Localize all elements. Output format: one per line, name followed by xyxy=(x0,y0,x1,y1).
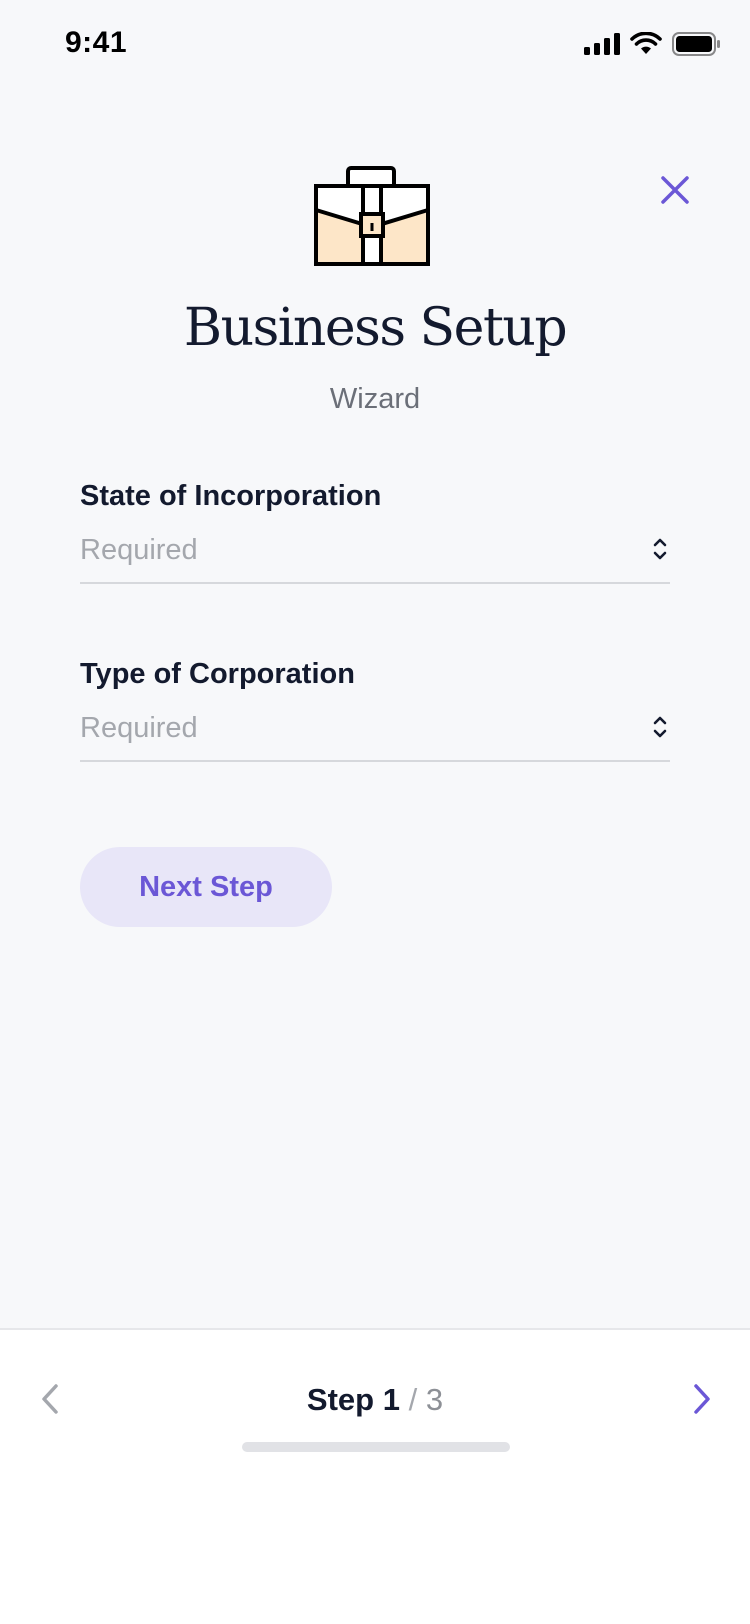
status-icons xyxy=(584,32,720,56)
step-word: Step xyxy=(306,1382,375,1417)
field-placeholder: Required xyxy=(80,712,198,744)
close-icon xyxy=(661,176,689,204)
step-total: 3 xyxy=(425,1382,444,1417)
type-of-corporation-field: Type of Corporation Required xyxy=(80,654,670,762)
state-of-incorporation-field: State of Incorporation Required xyxy=(80,476,670,584)
next-step-arrow-button[interactable] xyxy=(688,1382,716,1416)
home-indicator xyxy=(242,1442,510,1452)
field-label: Type of Corporation xyxy=(80,658,355,690)
business-setup-screen: 9:41 Business Setup Wizard State of Inco… xyxy=(0,0,750,1624)
type-of-corporation-select[interactable]: Required xyxy=(80,708,670,762)
status-time: 9:41 xyxy=(65,26,128,59)
step-separator: / xyxy=(408,1382,418,1417)
select-chevrons-icon xyxy=(653,716,667,738)
bottom-step-bar: Step 1 / 3 xyxy=(0,1328,750,1624)
page-title: Business Setup xyxy=(183,298,568,358)
battery-icon xyxy=(672,32,720,56)
close-button[interactable] xyxy=(655,170,695,210)
field-label: State of Incorporation xyxy=(80,480,382,512)
chevron-right-icon xyxy=(694,1384,710,1414)
step-indicator: Step 1 / 3 xyxy=(0,1380,750,1420)
page-subtitle: Wizard xyxy=(329,383,421,415)
step-current: 1 xyxy=(382,1382,400,1417)
select-chevrons-icon xyxy=(653,538,667,560)
signal-icon xyxy=(584,33,620,55)
status-bar: 9:41 xyxy=(0,0,750,96)
briefcase-icon xyxy=(314,166,430,266)
state-of-incorporation-select[interactable]: Required xyxy=(80,530,670,584)
next-step-button[interactable]: Next Step xyxy=(80,847,332,927)
field-placeholder: Required xyxy=(80,534,198,566)
wifi-icon xyxy=(630,32,662,54)
